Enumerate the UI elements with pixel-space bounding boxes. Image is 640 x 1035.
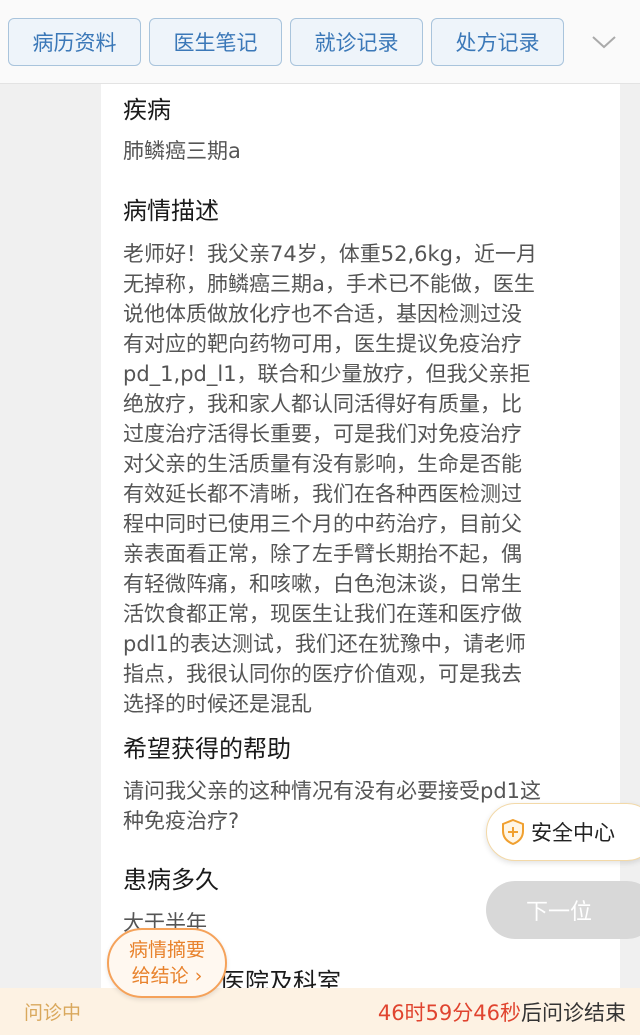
disease-value: 肺鳞癌三期a bbox=[123, 139, 241, 163]
description-title: 病情描述 bbox=[123, 197, 219, 225]
summary-line-2: 给结论 › bbox=[131, 965, 203, 987]
next-patient-button[interactable]: 下一位 bbox=[486, 881, 640, 939]
countdown-suffix: 后问诊结束 bbox=[521, 1000, 626, 1025]
consultation-status-bar: 问诊中 46时59分46秒后问诊结束 bbox=[0, 988, 640, 1035]
tab-visit-records[interactable]: 就诊记录 bbox=[290, 17, 423, 66]
description-line: 无掉称，肺鳞癌三期a，手术已不能做，医生 bbox=[123, 272, 535, 296]
tab-doctor-notes[interactable]: 医生笔记 bbox=[149, 17, 282, 66]
description-line: pd_1,pd_l1，联合和少量放疗，但我父亲拒 bbox=[123, 362, 531, 386]
description-line: 程中同时已使用三个月的中药治疗，目前父 bbox=[123, 512, 522, 536]
tab-prescription-records[interactable]: 处方记录 bbox=[431, 17, 564, 66]
security-center-button[interactable]: 安全中心 bbox=[486, 803, 640, 861]
description-line: 亲表面看正常，除了左手臂长期抬不起，偶 bbox=[123, 542, 522, 566]
summary-line-1: 病情摘要 bbox=[128, 939, 205, 961]
description-line: 过度治疗活得长重要，可是我们对免疫治疗 bbox=[123, 422, 522, 446]
disease-title: 疾病 bbox=[123, 96, 171, 124]
countdown: 46时59分46秒后问诊结束 bbox=[378, 997, 626, 1027]
duration-title: 患病多久 bbox=[123, 866, 219, 894]
description-line: 选择的时候还是混乱 bbox=[123, 692, 312, 716]
summary-conclusion-button[interactable]: 病情摘要 给结论 › bbox=[107, 928, 227, 998]
description-line: 活饮食都正常，现医生让我们在莲和医疗做 bbox=[123, 602, 522, 626]
tab-bar: 病历资料 医生笔记 就诊记录 处方记录 bbox=[0, 0, 640, 84]
chevron-down-icon bbox=[592, 35, 616, 48]
description-line: 有对应的靶向药物可用，医生提议免疫治疗 bbox=[123, 332, 522, 356]
description-line: 有轻微阵痛，和咳嗽，白色泡沫谈，日常生 bbox=[123, 572, 522, 596]
description-line: 有效延长都不清晰，我们在各种西医检测过 bbox=[123, 482, 522, 506]
description-line: 老师好！我父亲74岁，体重52,6kg，近一月 bbox=[123, 242, 537, 266]
description-line: 绝放疗，我和家人都认同活得好有质量，比 bbox=[123, 392, 522, 416]
help-title: 希望获得的帮助 bbox=[123, 735, 291, 763]
expand-tabs-button[interactable] bbox=[576, 18, 632, 66]
tab-medical-records[interactable]: 病历资料 bbox=[8, 17, 141, 66]
description-line: 指点，我很认同你的医疗价值观，可是我去 bbox=[123, 662, 522, 686]
description-text: 老师好！我父亲74岁，体重52,6kg，近一月 无掉称，肺鳞癌三期a，手术已不能… bbox=[123, 239, 593, 719]
countdown-time: 46时59分46秒 bbox=[377, 1000, 521, 1025]
description-line: 说他体质做放化疗也不合适，基因检测过没 bbox=[123, 302, 522, 326]
consultation-status: 问诊中 bbox=[24, 1002, 82, 1024]
hospital-title: 医院及科室 bbox=[221, 968, 341, 988]
security-center-label: 安全中心 bbox=[531, 821, 615, 845]
description-line: pdl1的表达测试，我们还在犹豫中，请老师 bbox=[123, 632, 526, 656]
shield-plus-icon bbox=[502, 819, 524, 845]
description-line: 对父亲的生活质量有没有影响，生命是否能 bbox=[123, 452, 522, 476]
help-line: 请问我父亲的这种情况有没有必要接受pd1这 bbox=[123, 779, 542, 803]
